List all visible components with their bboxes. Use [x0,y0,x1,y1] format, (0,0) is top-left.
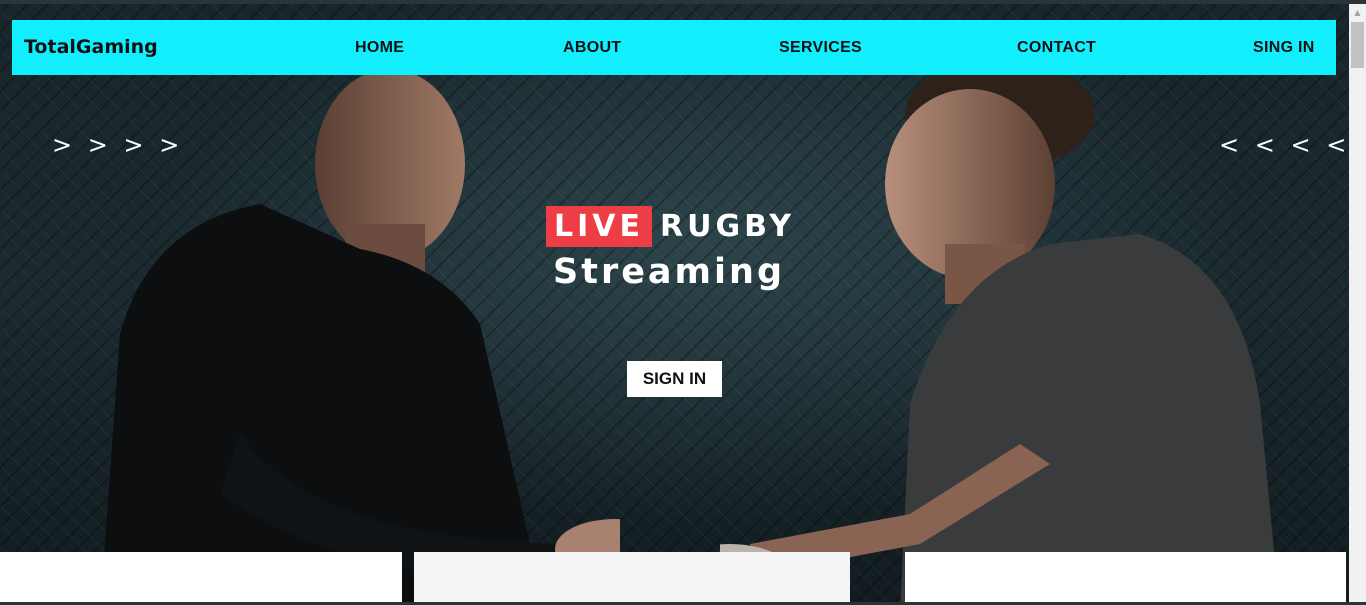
scroll-up-arrow-icon[interactable]: ▲ [1349,4,1366,21]
right-chevrons-icon: > > > > [52,131,184,159]
nav-services-link[interactable]: SERVICES [779,20,862,75]
left-chevrons-icon: < < < < [1219,131,1351,159]
feature-card [0,552,402,605]
nav-home-link[interactable]: HOME [355,20,404,75]
page-scrollbar[interactable]: ▲ [1349,4,1366,605]
feature-card [905,552,1346,605]
scrollbar-thumb[interactable] [1351,22,1364,68]
page: TotalGaming HOME ABOUT SERVICES CONTACT … [0,0,1366,605]
hero-section [0,4,1349,605]
hero-headline: LIVE RUGBY [546,206,795,247]
live-badge: LIVE [546,206,652,247]
sign-in-button[interactable]: SIGN IN [627,361,722,397]
feature-card [414,552,850,605]
nav-sign-in-link[interactable]: SING IN [1253,20,1315,75]
nav-about-link[interactable]: ABOUT [563,20,621,75]
hero-subtitle: Streaming [553,252,785,292]
top-navbar: TotalGaming HOME ABOUT SERVICES CONTACT … [12,20,1336,75]
brand-logo[interactable]: TotalGaming [24,20,158,75]
nav-contact-link[interactable]: CONTACT [1017,20,1096,75]
sport-title: RUGBY [660,209,796,244]
